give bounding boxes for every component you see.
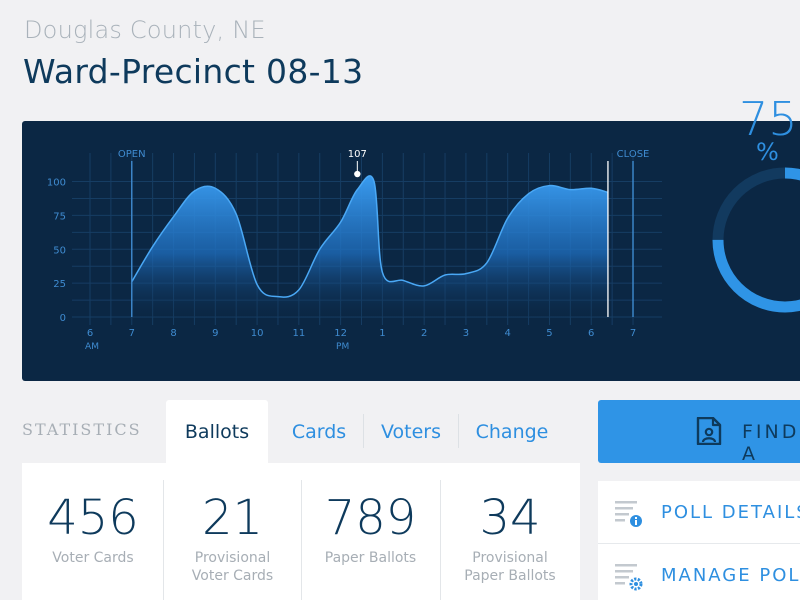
x-tick-label: 11	[292, 328, 305, 339]
find-button[interactable]: FIND A	[598, 400, 800, 465]
find-label: FIND A	[742, 421, 800, 465]
x-tick-label: 5	[546, 328, 552, 339]
stat-value: 789	[324, 490, 417, 546]
stat-provisional-paper-ballots: 34 Provisional Paper Ballots	[440, 463, 580, 600]
turnout-chart: 10075502506AM7 8 9 10 11 12PM1 2 3 4 5 6 7OPEN CLOSE…	[47, 149, 662, 352]
tab-cards[interactable]: Cards	[276, 400, 362, 463]
stat-provisional-voter-cards: 21 Provisional Voter Cards	[164, 463, 301, 600]
y-tick-label: 0	[60, 313, 66, 324]
x-tick-label: 7	[630, 328, 636, 339]
x-tick-label: 9	[212, 328, 218, 339]
stat-value: 456	[47, 490, 139, 546]
county-name: Douglas County, NE	[24, 16, 266, 44]
manage-poll-item[interactable]: MANAGE POL	[598, 544, 800, 600]
gauge-unit: %	[756, 138, 779, 166]
turnout-area	[131, 175, 608, 317]
open-marker-label: OPEN	[118, 149, 146, 160]
statistics-card: 456 Voter Cards 21 Provisional Voter Card…	[22, 463, 580, 600]
y-tick-label: 100	[47, 178, 66, 189]
document-info-icon	[615, 501, 642, 527]
close-marker-label: CLOSE	[617, 149, 650, 160]
tab-voters[interactable]: Voters	[364, 400, 458, 463]
x-tick-label: 4	[505, 328, 511, 339]
stat-label: Provisional Paper Ballots	[464, 550, 556, 584]
stat-paper-ballots: 789 Paper Ballots	[301, 463, 440, 600]
stat-label: Provisional Voter Cards	[191, 550, 274, 584]
peak-label: 107	[348, 149, 367, 160]
tab-ballots[interactable]: Ballots	[166, 400, 268, 463]
page-title: Ward-Precinct 08-13	[23, 52, 364, 91]
turnout-gauge	[712, 167, 800, 313]
x-tick-label: 6	[588, 328, 594, 339]
x-tick-label: 6	[87, 328, 93, 339]
manage-poll-label: MANAGE POL	[661, 565, 800, 586]
x-tick-sublabel: PM	[336, 342, 349, 352]
x-tick-label: 8	[170, 328, 176, 339]
x-tick-label: 12	[334, 328, 347, 339]
stat-value: 21	[201, 490, 264, 546]
voter-card-search-icon	[696, 417, 722, 445]
stat-voter-cards: 456 Voter Cards	[22, 463, 164, 600]
stat-label: Paper Ballots	[324, 550, 417, 566]
x-tick-label: 3	[463, 328, 469, 339]
tab-change[interactable]: Change	[459, 400, 565, 463]
x-tick-label: 2	[421, 328, 427, 339]
statistics-label: STATISTICS	[22, 420, 142, 439]
y-tick-label: 50	[53, 245, 66, 256]
x-tick-label: 10	[251, 328, 264, 339]
turnout-chart-panel: 100 75 50 25 0 6 AM 7 8 9 10 11 12 PM 1 2 3 4 5 6 7 OPEN CLOSE…	[22, 121, 800, 381]
peak-dot	[354, 170, 361, 178]
y-tick-label: 25	[53, 279, 66, 290]
stat-value: 34	[479, 490, 541, 546]
action-list: POLL DETAILS MANAGE POL	[598, 481, 800, 600]
y-tick-label: 75	[53, 211, 66, 222]
poll-details-label: POLL DETAILS	[661, 502, 800, 523]
x-tick-sublabel: AM	[85, 342, 99, 352]
poll-details-item[interactable]: POLL DETAILS	[598, 481, 800, 543]
x-tick-label: 7	[129, 328, 135, 339]
stat-label: Voter Cards	[52, 550, 134, 566]
x-tick-label: 1	[379, 328, 385, 339]
document-settings-icon	[615, 564, 643, 591]
